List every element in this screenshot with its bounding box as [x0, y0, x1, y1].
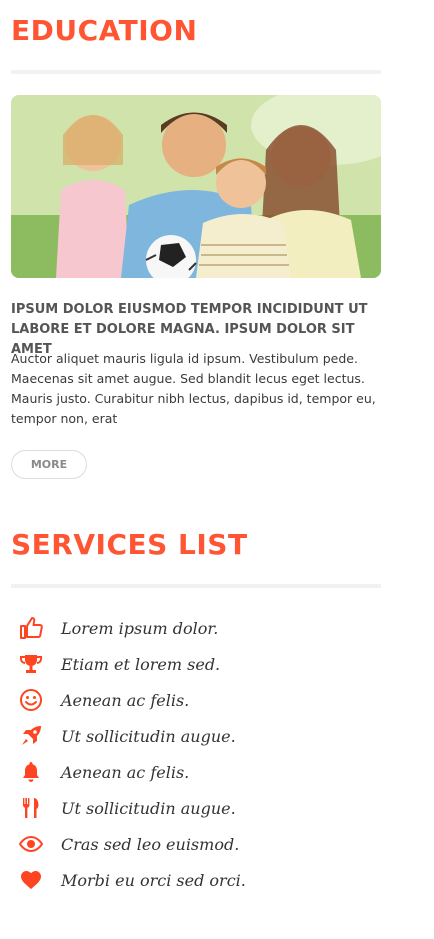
smiley-icon: [11, 682, 51, 718]
family-photo: [11, 95, 381, 278]
family-photo-illustration: [11, 95, 381, 278]
services-title: SERVICES LIST: [11, 528, 248, 561]
service-label: Morbi eu orci sed orci.: [61, 870, 246, 890]
service-label: Ut sollicitudin augue.: [61, 798, 236, 818]
list-item: Morbi eu orci sed orci.: [11, 862, 391, 898]
heart-icon: [11, 862, 51, 898]
service-label: Aenean ac felis.: [61, 762, 190, 782]
list-item: Aenean ac felis.: [11, 754, 391, 790]
education-divider: [11, 70, 381, 74]
more-button[interactable]: MORE: [11, 450, 87, 479]
education-title: EDUCATION: [11, 14, 198, 47]
thumbs-up-icon: [11, 610, 51, 646]
trophy-icon: [11, 646, 51, 682]
list-item: Ut sollicitudin augue.: [11, 790, 391, 826]
list-item: Aenean ac felis.: [11, 682, 391, 718]
list-item: Cras sed leo euismod.: [11, 826, 391, 862]
service-label: Aenean ac felis.: [61, 690, 190, 710]
fork-knife-icon: [11, 790, 51, 826]
service-label: Lorem ipsum dolor.: [61, 618, 219, 638]
list-item: Ut sollicitudin augue.: [11, 718, 391, 754]
list-item: Lorem ipsum dolor.: [11, 610, 391, 646]
services-divider: [11, 584, 381, 588]
article-body: Auctor aliquet mauris ligula id ipsum. V…: [11, 351, 376, 426]
bell-icon: [11, 754, 51, 790]
eye-icon: [11, 826, 51, 862]
services-list: Lorem ipsum dolor. Etiam et lorem sed. A…: [11, 610, 391, 898]
rocket-icon: [11, 718, 51, 754]
service-label: Ut sollicitudin augue.: [61, 726, 236, 746]
list-item: Etiam et lorem sed.: [11, 646, 391, 682]
service-label: Etiam et lorem sed.: [61, 654, 221, 674]
service-label: Cras sed leo euismod.: [61, 834, 240, 854]
